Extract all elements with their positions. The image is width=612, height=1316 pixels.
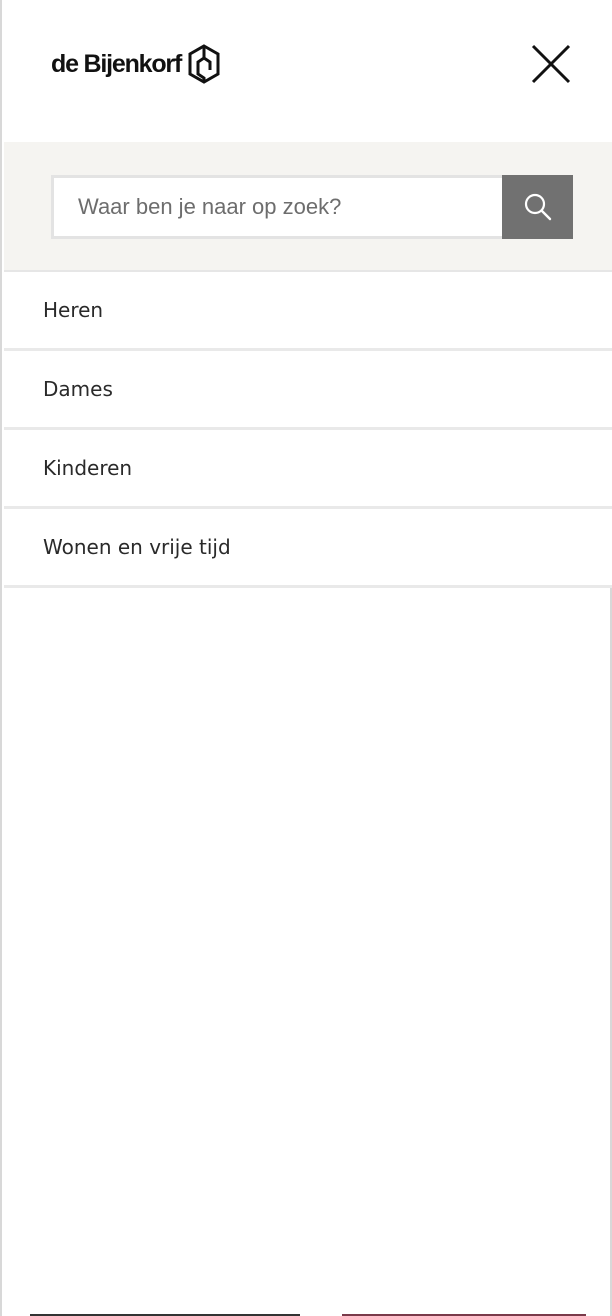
search-box	[51, 175, 573, 239]
menu-item-dames[interactable]: Dames	[4, 351, 612, 430]
bijenkorf-logo[interactable]: de Bijenkorf	[51, 44, 221, 84]
menu-item-label: Kinderen	[43, 456, 133, 480]
navigation-drawer: de Bijenkorf He	[0, 0, 612, 1316]
menu-item-label: Dames	[43, 377, 113, 401]
category-menu: Heren Dames Kinderen Wonen en vrije tijd	[4, 272, 612, 588]
search-button[interactable]	[502, 175, 573, 239]
search-icon	[524, 193, 551, 221]
menu-item-label: Wonen en vrije tijd	[43, 535, 231, 559]
bijenkorf-hexagon-logo-icon	[188, 44, 220, 84]
search-input[interactable]	[51, 175, 502, 239]
drawer-header: de Bijenkorf	[4, 0, 612, 142]
menu-item-kinderen[interactable]: Kinderen	[4, 430, 612, 509]
logo-text: de Bijenkorf	[51, 49, 182, 78]
menu-item-heren[interactable]: Heren	[4, 272, 612, 351]
close-button[interactable]	[530, 43, 572, 85]
search-area	[4, 142, 612, 272]
close-icon	[531, 44, 571, 84]
menu-item-label: Heren	[43, 298, 104, 322]
menu-item-wonen-en-vrije-tijd[interactable]: Wonen en vrije tijd	[4, 509, 612, 588]
